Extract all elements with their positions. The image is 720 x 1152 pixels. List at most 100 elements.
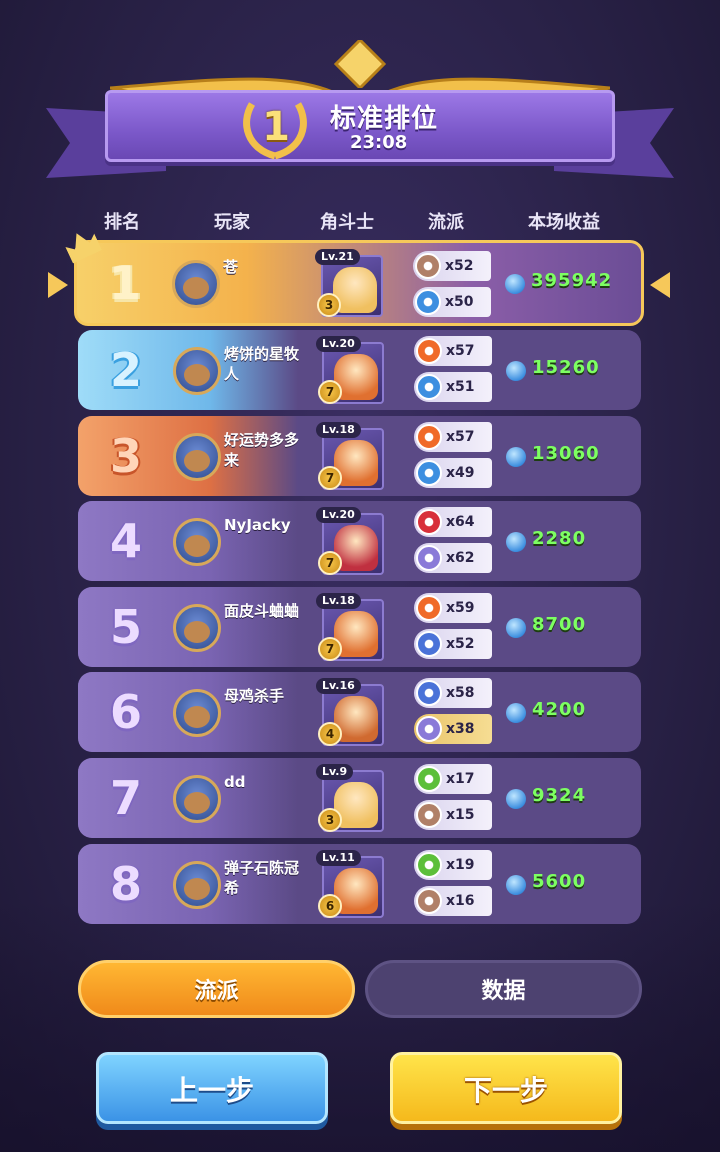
ranking-row[interactable]: 4 NyJacky Lv.20 7 x64 x62 2280 — [78, 501, 641, 581]
player-avatar[interactable] — [173, 347, 221, 395]
avatar-face — [184, 706, 210, 728]
ranking-row[interactable]: 5 面皮斗蛐蛐 Lv.18 7 x59 x52 8700 — [78, 587, 641, 667]
school-tag[interactable]: x15 — [414, 800, 492, 830]
ranking-row[interactable]: 7 dd Lv.9 3 x17 x15 9324 — [78, 758, 641, 838]
fire-icon — [416, 338, 442, 364]
col-header-school: 流派 — [428, 212, 464, 233]
selected-arrow-left-icon — [48, 272, 68, 298]
income-value: 395942 — [531, 270, 613, 291]
gladiator-level: Lv.18 — [316, 422, 361, 438]
school-count: x62 — [446, 550, 475, 566]
school-count: x16 — [446, 893, 475, 909]
boot-icon — [416, 680, 442, 706]
school-tag[interactable]: x50 — [413, 287, 491, 317]
rank-medal: 1 — [262, 104, 290, 150]
col-header-rank: 排名 — [104, 212, 140, 233]
boot-icon — [416, 631, 442, 657]
fire-icon — [416, 595, 442, 621]
gladiator-star-badge: 3 — [318, 808, 342, 832]
school-count: x50 — [445, 294, 474, 310]
school-tag[interactable]: x16 — [414, 886, 492, 916]
gladiator-star-badge: 7 — [318, 380, 342, 404]
heal-cross-icon — [416, 766, 442, 792]
sword-icon — [416, 545, 442, 571]
player-avatar[interactable] — [173, 689, 221, 737]
rank-number: 8 — [109, 857, 142, 911]
player-avatar[interactable] — [173, 775, 221, 823]
next-step-button[interactable]: 下一步 — [390, 1052, 622, 1124]
crest-gem-icon — [333, 40, 387, 88]
prev-step-button[interactable]: 上一步 — [96, 1052, 328, 1124]
rank-number: 2 — [109, 343, 142, 397]
col-header-player: 玩家 — [214, 212, 250, 233]
school-tag[interactable]: x57 — [414, 336, 492, 366]
school-tag[interactable]: x17 — [414, 764, 492, 794]
shield-icon — [416, 888, 442, 914]
gem-icon — [506, 361, 526, 381]
gladiator-level: Lv.20 — [316, 507, 361, 523]
avatar-face — [184, 535, 210, 557]
rank-number: 1 — [108, 256, 141, 310]
gladiator-level: Lv.9 — [316, 764, 354, 780]
mode-title: 标准排位 — [330, 104, 439, 134]
income-value: 9324 — [532, 785, 587, 806]
gladiator-star-badge: 7 — [318, 466, 342, 490]
school-tag[interactable]: x58 — [414, 678, 492, 708]
player-avatar[interactable] — [173, 861, 221, 909]
player-name: 烤饼的星牧人 — [224, 345, 300, 383]
tab-school[interactable]: 流派 — [78, 960, 355, 1018]
school-count: x51 — [446, 379, 475, 395]
rank-number: 4 — [109, 514, 142, 568]
ranking-row[interactable]: 3 好运势多多来 Lv.18 7 x57 x49 13060 — [78, 416, 641, 496]
school-count: x17 — [446, 771, 475, 787]
player-avatar[interactable] — [173, 433, 221, 481]
fire-icon — [416, 424, 442, 450]
gladiator-level: Lv.18 — [316, 593, 361, 609]
gladiator-star-badge: 4 — [318, 722, 342, 746]
ranking-row[interactable]: 8 弹子石陈冠希 Lv.11 6 x19 x16 5600 — [78, 844, 641, 924]
player-name: 弹子石陈冠希 — [224, 859, 300, 897]
avatar-face — [184, 878, 210, 900]
school-tag[interactable]: x52 — [414, 629, 492, 659]
income-value: 15260 — [532, 357, 600, 378]
player-avatar[interactable] — [173, 604, 221, 652]
school-count: x52 — [446, 636, 475, 652]
gem-icon — [506, 789, 526, 809]
avatar-face — [184, 792, 210, 814]
gem-icon — [506, 875, 526, 895]
player-name: NyJacky — [224, 516, 291, 534]
player-name: 面皮斗蛐蛐 — [224, 602, 300, 620]
school-tag[interactable]: x59 — [414, 593, 492, 623]
school-tag[interactable]: x62 — [414, 543, 492, 573]
water-drop-icon — [416, 374, 442, 400]
player-avatar[interactable] — [172, 260, 220, 308]
shield-icon — [415, 253, 441, 279]
school-count: x19 — [446, 857, 475, 873]
school-tag[interactable]: x49 — [414, 458, 492, 488]
school-tag[interactable]: x57 — [414, 422, 492, 452]
player-name: 苍 — [223, 258, 239, 276]
gladiator-star-badge: 6 — [318, 894, 342, 918]
rank-banner: 1 标准排位 23:08 — [40, 40, 680, 190]
school-tag[interactable]: x19 — [414, 850, 492, 880]
income-value: 5600 — [532, 871, 587, 892]
ranking-row[interactable]: 6 母鸡杀手 Lv.16 4 x58 x38 4200 — [78, 672, 641, 752]
avatar-face — [184, 450, 210, 472]
school-tag[interactable]: x64 — [414, 507, 492, 537]
school-tag[interactable]: x51 — [414, 372, 492, 402]
avatar-face — [184, 364, 210, 386]
avatar-face — [183, 277, 209, 299]
gladiator-star-badge: 7 — [318, 551, 342, 575]
gem-icon — [506, 532, 526, 552]
tab-data[interactable]: 数据 — [365, 960, 642, 1018]
player-avatar[interactable] — [173, 518, 221, 566]
gem-icon — [506, 618, 526, 638]
sword-icon — [416, 716, 442, 742]
school-count: x52 — [445, 258, 474, 274]
player-name: 母鸡杀手 — [224, 687, 285, 705]
school-tag[interactable]: x38 — [414, 714, 492, 744]
player-name: 好运势多多来 — [224, 431, 300, 469]
school-tag[interactable]: x52 — [413, 251, 491, 281]
ranking-row[interactable]: 2 烤饼的星牧人 Lv.20 7 x57 x51 15260 — [78, 330, 641, 410]
ranking-row[interactable]: 1 苍 Lv.21 3 x52 x50 395942 — [74, 240, 644, 326]
